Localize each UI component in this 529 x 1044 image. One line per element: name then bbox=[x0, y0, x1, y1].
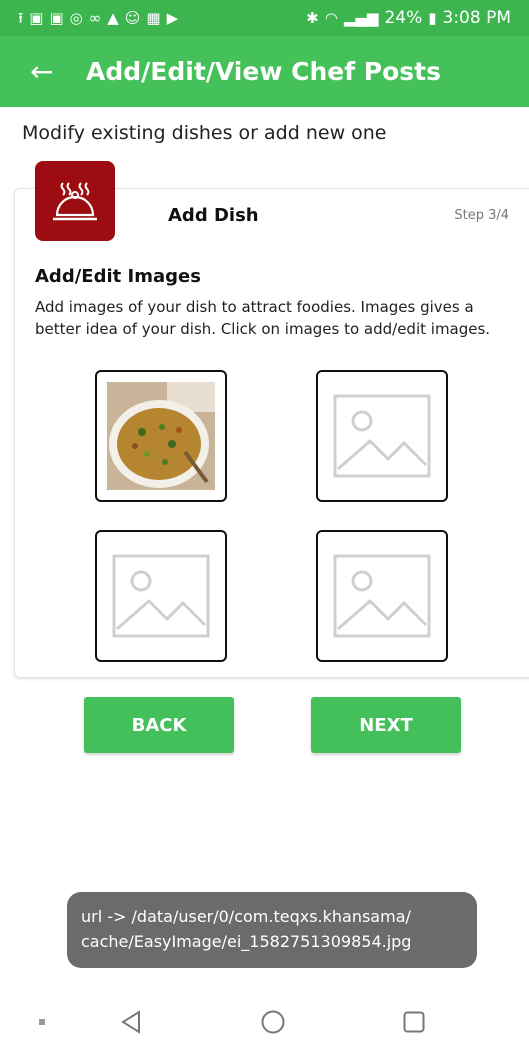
toast-line-2: cache/EasyImage/ei_1582751309854.jpg bbox=[81, 932, 412, 951]
battery-percent: 24% bbox=[384, 8, 423, 28]
dish-photo bbox=[107, 382, 215, 490]
back-button[interactable]: BACK bbox=[84, 697, 234, 753]
notification-icon: ▲ bbox=[107, 8, 119, 27]
voicemail-icon: ∞ bbox=[88, 8, 102, 27]
section-title: Add/Edit Images bbox=[35, 266, 201, 287]
section-description: Add images of your dish to attract foodi… bbox=[35, 298, 491, 338]
status-left: ⭱ ▣ ▣ ◎ ∞ ▲ ☺ ▦ ▶ bbox=[18, 8, 179, 27]
app-bar: ← Add/Edit/View Chef Posts bbox=[0, 36, 529, 107]
camera-icon: ◎ bbox=[69, 8, 83, 27]
dish-image-1[interactable] bbox=[95, 370, 227, 502]
signal-icon: ▂▄▆ bbox=[343, 8, 379, 27]
toast-line-1: url -> /data/user/0/com.teqxs.khansama/ bbox=[81, 907, 411, 926]
play-icon: ▶ bbox=[166, 8, 179, 27]
battery-icon: ▮ bbox=[428, 8, 437, 27]
status-bar: ⭱ ▣ ▣ ◎ ∞ ▲ ☺ ▦ ▶ ✱ ◠ ▂▄▆ 24% ▮ 3:08 PM bbox=[0, 0, 529, 36]
page-subtitle: Modify existing dishes or add new one bbox=[22, 122, 387, 144]
image-placeholder-icon bbox=[333, 394, 431, 478]
image-placeholder-icon bbox=[112, 554, 210, 638]
youtube-icon: ▣ bbox=[49, 8, 64, 27]
toast-message: url -> /data/user/0/com.teqxs.khansama/ … bbox=[67, 892, 477, 968]
dish-image-3[interactable] bbox=[95, 530, 227, 662]
dish-badge bbox=[35, 161, 115, 241]
upload-icon: ⭱ bbox=[18, 8, 24, 27]
smile-icon: ☺ bbox=[124, 8, 141, 27]
overview-square-icon[interactable] bbox=[399, 1000, 429, 1044]
dish-title: Add Dish bbox=[168, 205, 259, 226]
back-arrow-icon[interactable]: ← bbox=[30, 57, 70, 86]
back-triangle-icon[interactable] bbox=[116, 1000, 146, 1044]
bluetooth-icon: ✱ bbox=[306, 8, 319, 27]
home-circle-icon[interactable] bbox=[258, 1000, 288, 1044]
add-dish-card bbox=[14, 188, 529, 678]
app-icon: ▦ bbox=[146, 8, 161, 27]
dish-image-2[interactable] bbox=[316, 370, 448, 502]
app-title: Add/Edit/View Chef Posts bbox=[86, 57, 442, 86]
image-placeholder-icon bbox=[333, 554, 431, 638]
step-indicator: Step 3/4 bbox=[454, 208, 509, 223]
wifi-icon: ◠ bbox=[324, 8, 338, 27]
youtube-icon: ▣ bbox=[29, 8, 44, 27]
navigation-bar bbox=[0, 1000, 529, 1044]
status-right: ✱ ◠ ▂▄▆ 24% ▮ 3:08 PM bbox=[306, 8, 511, 28]
status-time: 3:08 PM bbox=[442, 8, 512, 28]
next-button[interactable]: NEXT bbox=[311, 697, 461, 753]
serving-cloche-icon bbox=[53, 182, 97, 221]
dish-image-4[interactable] bbox=[316, 530, 448, 662]
screen: ⭱ ▣ ▣ ◎ ∞ ▲ ☺ ▦ ▶ ✱ ◠ ▂▄▆ 24% ▮ 3:08 PM … bbox=[0, 0, 529, 1044]
recent-dot-icon bbox=[30, 1000, 54, 1044]
